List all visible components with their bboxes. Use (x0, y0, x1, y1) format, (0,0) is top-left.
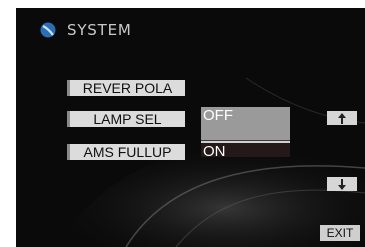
page-title: SYSTEM (67, 21, 132, 39)
header: SYSTEM (40, 19, 132, 41)
option-off[interactable]: OFF (201, 107, 290, 141)
arrow-down-icon (338, 178, 346, 190)
option-on[interactable]: ON (201, 141, 290, 160)
exit-button[interactable]: EXIT (320, 225, 360, 241)
menu-item-rever-pola[interactable]: REVER POLA (67, 80, 185, 96)
background-swoosh (16, 8, 365, 247)
globe-logo-icon (40, 22, 56, 38)
menu-item-lamp-sel[interactable]: LAMP SEL (67, 111, 185, 127)
system-menu-screen: SYSTEM REVER POLA LAMP SEL AMS FULLUP OF… (16, 8, 365, 247)
arrow-up-icon (338, 112, 346, 124)
menu-item-ams-fullup[interactable]: AMS FULLUP (67, 144, 185, 160)
scroll-down-button[interactable] (327, 177, 357, 191)
scroll-up-button[interactable] (327, 111, 357, 125)
option-list: OFF ON (201, 107, 290, 160)
